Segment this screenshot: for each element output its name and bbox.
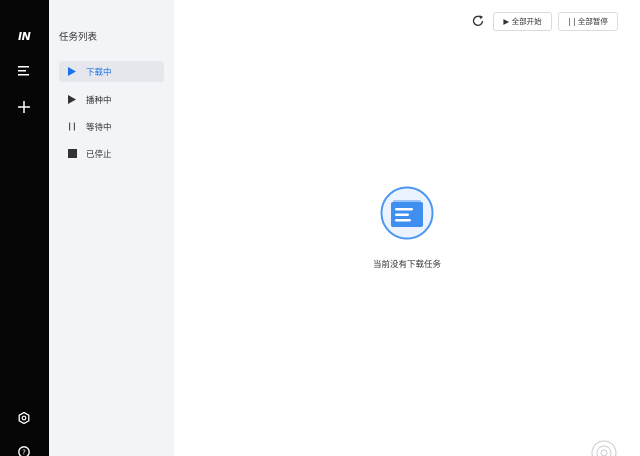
- plus-icon[interactable]: [16, 99, 32, 115]
- empty-list-icon: [380, 186, 434, 240]
- sidebar-item-label: 已停止: [86, 149, 112, 160]
- task-sidebar: 任务列表 下载中 播种中 等待中 已停止: [49, 0, 174, 456]
- play-icon: [67, 67, 77, 77]
- stop-icon: [67, 149, 77, 159]
- play-icon: [67, 95, 77, 105]
- help-icon[interactable]: ?: [16, 444, 32, 456]
- sidebar-item-label: 下载中: [86, 67, 112, 78]
- sidebar-title: 任务列表: [59, 32, 98, 43]
- sidebar-item-downloading[interactable]: 下载中: [59, 61, 164, 82]
- pause-all-button[interactable]: | | 全部暂停: [558, 12, 618, 31]
- svg-text:?: ?: [22, 449, 26, 456]
- pause-icon: [67, 122, 77, 132]
- empty-state-text: 当前没有下载任务: [372, 260, 441, 270]
- app-rail: IN ?: [0, 0, 49, 456]
- sidebar-item-seeding[interactable]: 播种中: [59, 89, 164, 110]
- refresh-icon[interactable]: [471, 14, 485, 28]
- app-logo: IN: [18, 30, 31, 43]
- sidebar-item-label: 播种中: [86, 95, 112, 106]
- sidebar-item-label: 等待中: [86, 122, 112, 133]
- sidebar-item-stopped[interactable]: 已停止: [59, 143, 164, 164]
- start-all-button[interactable]: ▶ 全部开始: [493, 12, 552, 31]
- sidebar-item-waiting[interactable]: 等待中: [59, 116, 164, 137]
- settings-icon[interactable]: [16, 410, 32, 426]
- floating-assistant-icon[interactable]: [591, 440, 617, 456]
- menu-icon[interactable]: [16, 63, 32, 79]
